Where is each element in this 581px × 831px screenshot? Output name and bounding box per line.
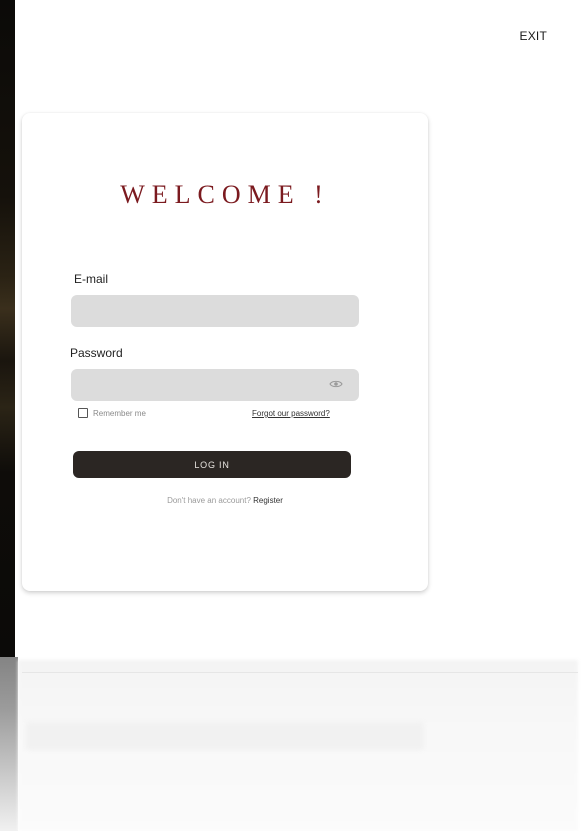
background-photo-reflection (0, 657, 18, 831)
welcome-title: WELCOME ! (120, 180, 330, 209)
remember-me-checkbox[interactable] (78, 408, 88, 418)
login-card: WELCOME ! E-mail Password Remember me Fo… (22, 113, 428, 591)
register-prompt: Don't have an account? (167, 496, 251, 505)
exit-button[interactable]: EXIT (520, 29, 547, 43)
forgot-password-link[interactable]: Forgot our password? (252, 409, 330, 418)
reflection-card-shadow (26, 722, 424, 750)
password-label: Password (70, 346, 123, 360)
remember-me-label: Remember me (93, 408, 146, 418)
register-link[interactable]: Register (253, 496, 283, 505)
background-photo-strip (0, 0, 15, 657)
register-line: Don't have an account? Register (22, 496, 428, 505)
remember-me[interactable]: Remember me (78, 408, 146, 418)
password-field[interactable] (71, 369, 359, 401)
reflection-divider (22, 672, 578, 673)
email-label: E-mail (74, 272, 109, 286)
email-field[interactable] (71, 295, 359, 327)
eye-icon[interactable] (329, 378, 343, 390)
login-button[interactable]: LOG IN (73, 451, 351, 478)
